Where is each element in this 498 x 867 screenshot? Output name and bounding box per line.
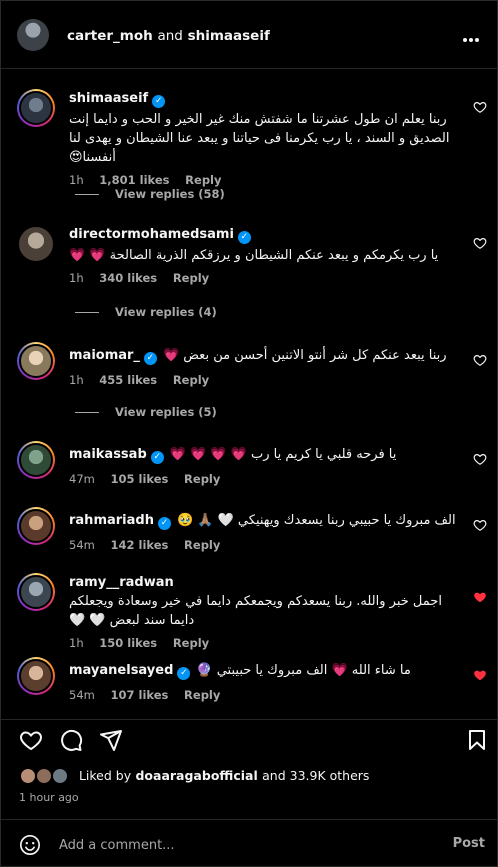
liked-comment-heart-icon[interactable]	[473, 589, 487, 603]
comment-text: يا رب يكرمكم و يبعد عنكم الشيطان و يرزقك…	[69, 248, 439, 263]
comment-avatar[interactable]	[17, 225, 55, 263]
comment-username[interactable]: mayanelsayed	[69, 663, 173, 678]
comment-text: ما شاء الله 💗 الف مبروك يا حبيبتي 🔮	[196, 663, 411, 678]
post-header: carter_moh and shimaaseif	[1, 1, 498, 69]
authors-separator: and	[157, 28, 183, 44]
comment-icon[interactable]	[59, 728, 83, 752]
comment-username[interactable]: directormohamedsami	[69, 227, 234, 242]
comment-likes[interactable]: 1,801 likes	[99, 173, 169, 187]
like-comment-heart-icon[interactable]	[473, 517, 487, 531]
post-comments-panel: carter_moh and shimaaseif shimaaseif ✓ رب…	[0, 0, 498, 867]
comment-time: 1h	[69, 173, 84, 187]
view-replies-label: View replies (5)	[115, 405, 217, 419]
view-replies-button[interactable]: View replies (58)	[69, 187, 225, 201]
comment-likes[interactable]: 142 likes	[111, 538, 169, 552]
comment-avatar[interactable]	[17, 573, 55, 611]
more-options-icon[interactable]	[463, 27, 483, 42]
reply-button[interactable]: Reply	[184, 688, 220, 702]
comment-text: ربنا يعلم ان طول عشرتنا ما شفتش منك غير …	[69, 112, 450, 165]
verified-badge-icon: ✓	[150, 451, 164, 464]
comment-avatar[interactable]	[17, 657, 55, 695]
liker-avatar	[50, 767, 69, 785]
comment-likes[interactable]: 107 likes	[111, 688, 169, 702]
liked-by-row: Liked by doaaragabofficial and 33.9K oth…	[19, 767, 369, 785]
comment-likes[interactable]: 455 likes	[99, 373, 157, 387]
verified-badge-icon: ✓	[157, 517, 171, 530]
verified-badge-icon: ✓	[237, 231, 251, 244]
reply-button[interactable]: Reply	[185, 173, 221, 187]
comment-username[interactable]: shimaaseif	[69, 91, 148, 106]
liked-by-prefix: Liked by	[78, 767, 132, 783]
add-comment-input[interactable]	[59, 836, 419, 854]
comment-username[interactable]: maikassab	[69, 447, 147, 462]
post-comment-button[interactable]: Post	[453, 836, 485, 851]
reply-button[interactable]: Reply	[173, 271, 209, 285]
comment-likes[interactable]: 150 likes	[99, 636, 157, 650]
comment-text: اجمل خبر والله. ربنا يسعدكم ويجمعكم دايم…	[69, 594, 442, 628]
comment-likes[interactable]: 105 likes	[111, 472, 169, 486]
reply-button[interactable]: Reply	[184, 538, 220, 552]
comment-time: 54m	[69, 538, 95, 552]
comment-time: 1h	[69, 636, 84, 650]
verified-badge-icon: ✓	[143, 352, 157, 365]
comment-avatar[interactable]	[17, 507, 55, 545]
post-authors: carter_moh and shimaaseif	[67, 28, 270, 44]
comment-username[interactable]: maiomar_	[69, 348, 140, 363]
comment-item: mayanelsayed ✓ ما شاء الله 💗 الف مبروك يا …	[1, 657, 498, 717]
liked-by-count[interactable]: and 33.9K others	[262, 768, 369, 783]
reply-button[interactable]: Reply	[173, 636, 209, 650]
like-icon[interactable]	[19, 728, 43, 752]
add-comment-bar: Post	[1, 819, 498, 867]
like-comment-heart-icon[interactable]	[473, 352, 487, 366]
reply-button[interactable]: Reply	[173, 373, 209, 387]
save-bookmark-icon[interactable]	[465, 728, 489, 752]
comment-item: ramy__radwan اجمل خبر والله. ربنا يسعدكم…	[1, 573, 498, 653]
author-avatar[interactable]	[17, 19, 49, 51]
view-replies-label: View replies (4)	[115, 305, 217, 319]
comment-time: 1h	[69, 373, 84, 387]
view-replies-label: View replies (58)	[115, 187, 225, 201]
comment-avatar[interactable]	[17, 441, 55, 479]
like-comment-heart-icon[interactable]	[473, 235, 487, 249]
share-icon[interactable]	[99, 728, 123, 752]
comment-item: maikassab ✓ يا فرحه قلبي يا كريم يا رب 💗 💗…	[1, 441, 498, 501]
comment-likes[interactable]: 340 likes	[99, 271, 157, 285]
post-timestamp: 1 hour ago	[19, 791, 79, 804]
comment-time: 54m	[69, 688, 95, 702]
comments-list: shimaaseif ✓ ربنا يعلم ان طول عشرتنا ما ش…	[1, 69, 498, 719]
liked-comment-heart-icon[interactable]	[473, 667, 487, 681]
comment-time: 1h	[69, 271, 84, 285]
comment-avatar[interactable]	[17, 342, 55, 380]
like-comment-heart-icon[interactable]	[473, 451, 487, 465]
comment-username[interactable]: ramy__radwan	[69, 575, 174, 590]
author-username[interactable]: carter_moh	[67, 28, 153, 44]
comment-text: ربنا يبعد عنكم كل شر أنتو الاتنين أحسن م…	[162, 348, 447, 363]
reply-button[interactable]: Reply	[184, 472, 220, 486]
coauthor-username[interactable]: shimaaseif	[188, 28, 270, 44]
comment-username[interactable]: rahmariadh	[69, 513, 154, 528]
comment-item: rahmariadh ✓ الف مبروك يا حبيبي ربنا يسعدك…	[1, 507, 498, 567]
post-action-bar	[1, 719, 498, 759]
view-replies-button[interactable]: View replies (5)	[69, 405, 217, 419]
emoji-picker-icon[interactable]	[19, 834, 41, 856]
verified-badge-icon: ✓	[177, 667, 191, 680]
comment-text: الف مبروك يا حبيبي ربنا يسعدك ويهنيكي 🤍 …	[176, 513, 456, 528]
liked-by-user[interactable]: doaaragabofficial	[135, 768, 257, 783]
view-replies-button[interactable]: View replies (4)	[69, 305, 217, 319]
comment-avatar[interactable]	[17, 89, 55, 127]
like-comment-heart-icon[interactable]	[473, 99, 487, 113]
comment-text: يا فرحه قلبي يا كريم يا رب 💗 💗 💗 💗	[169, 447, 397, 462]
comment-time: 47m	[69, 472, 95, 486]
verified-badge-icon: ✓	[152, 95, 166, 108]
comment-item: shimaaseif ✓ ربنا يعلم ان طول عشرتنا ما ش…	[1, 89, 498, 239]
